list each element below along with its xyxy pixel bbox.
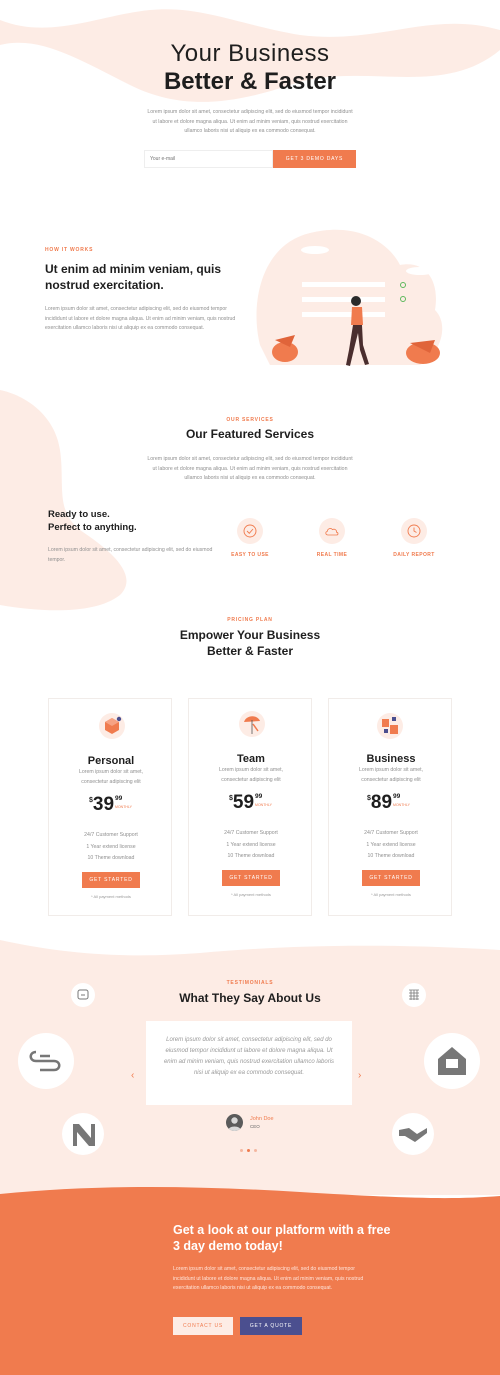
price-amount: 89: [370, 792, 393, 813]
price-cents: 99: [115, 795, 123, 802]
avatar: [226, 1114, 243, 1131]
client-logo-home-icon: [424, 1033, 480, 1089]
pricing-card-personal: Personal Lorem ipsum dolor sit amet, con…: [48, 698, 172, 916]
price-period: MONTHLY: [115, 805, 132, 809]
plan-price: $ 59 99 MONTHLY: [229, 793, 272, 813]
carousel-dot-active[interactable]: [247, 1149, 250, 1152]
carousel-dot[interactable]: [254, 1149, 257, 1152]
get-a-quote-button[interactable]: GET A QUOTE: [240, 1317, 302, 1335]
how-eyebrow: HOW IT WORKS: [45, 247, 94, 253]
payment-note: * All payment methods: [231, 892, 271, 897]
price-cents: 99: [393, 793, 401, 800]
feature-label: EASY TO USE: [231, 552, 269, 558]
team-plan-icon: [239, 711, 265, 737]
price-cents: 99: [255, 793, 263, 800]
feature-easy-to-use: EASY TO USE: [220, 518, 280, 563]
ready-line1: Ready to use.: [48, 509, 110, 520]
carousel-prev-button[interactable]: ‹: [131, 1070, 134, 1081]
cta-text: Lorem ipsum dolor sit amet, consectetur …: [173, 1266, 364, 1291]
cloud-icon: [319, 518, 345, 544]
plan-name: Business: [366, 753, 416, 765]
price-amount: 39: [92, 794, 115, 815]
plan-name: Team: [237, 753, 265, 765]
hero-signup-form: GET 3 DEMO DAYS: [144, 150, 356, 168]
testimonial-quote: Lorem ipsum dolor sit amet, consectetur …: [163, 1037, 335, 1076]
feature-real-time: REAL TIME: [302, 518, 362, 563]
client-logo-n-icon: [62, 1113, 104, 1155]
plan-feature: 1 Year extend license: [366, 841, 416, 848]
client-logo-link-icon: [18, 1033, 74, 1089]
how-illustration: [256, 229, 443, 366]
services-background-blob: [0, 390, 127, 611]
services-text: Lorem ipsum dolor sit amet, consectetur …: [147, 456, 353, 481]
plan-name: Personal: [87, 755, 135, 767]
get-started-button-personal[interactable]: GET STARTED: [82, 872, 140, 888]
how-text: Lorem ipsum dolor sit amet, consectetur …: [45, 306, 236, 331]
carousel-next-button[interactable]: ›: [358, 1070, 361, 1081]
plan-desc: Lorem ipsum dolor sit amet, consectetur …: [358, 767, 423, 783]
plan-features: 24/7 Customer Support 1 Year extend lice…: [329, 828, 453, 863]
check-circle-icon: [237, 518, 263, 544]
email-field[interactable]: [144, 150, 273, 168]
testimonial-author: John Doe CEO: [226, 1114, 274, 1131]
get-started-button-team[interactable]: GET STARTED: [222, 870, 280, 886]
author-name: John Doe: [250, 1115, 274, 1122]
cta-title-line2: 3 day demo today!: [173, 1239, 283, 1253]
plan-feature: 10 Theme download: [227, 853, 275, 859]
carousel-dot[interactable]: [240, 1149, 243, 1152]
hero-text: Lorem ipsum dolor sit amet, consectetur …: [147, 109, 353, 134]
price-period: MONTHLY: [393, 803, 410, 807]
client-logo-handshake-icon: [392, 1113, 434, 1155]
services-title: Our Featured Services: [185, 427, 315, 441]
plan-feature: 10 Theme download: [367, 853, 415, 859]
business-plan-icon: [377, 713, 403, 739]
services-eyebrow: OUR SERVICES: [226, 417, 274, 423]
author-role: CEO: [250, 1123, 260, 1129]
carousel-dots: [240, 1149, 257, 1152]
pricing-title-line2: Better & Faster: [206, 643, 294, 658]
plan-feature: 24/7 Customer Support: [364, 830, 418, 836]
get-demo-days-button[interactable]: GET 3 DEMO DAYS: [273, 150, 356, 168]
plan-feature: 24/7 Customer Support: [84, 832, 138, 838]
how-title: Ut enim ad minim veniam, quis nostrud ex…: [45, 262, 222, 292]
plan-feature: 1 Year extend license: [226, 841, 276, 848]
pricing-card-team: Team Lorem ipsum dolor sit amet, consect…: [188, 698, 312, 916]
plan-desc: Lorem ipsum dolor sit amet, consectetur …: [218, 767, 283, 783]
pricing-title: Empower Your Business Better & Faster: [0, 628, 500, 659]
pricing-card-business: Business Lorem ipsum dolor sit amet, con…: [328, 698, 452, 916]
feature-daily-report: DAILY REPORT: [384, 518, 444, 563]
personal-plan-icon: [99, 713, 125, 739]
price-amount: 59: [232, 792, 255, 813]
contact-us-button[interactable]: CONTACT US: [173, 1317, 233, 1335]
plan-feature: 1 Year extend license: [86, 843, 136, 850]
plan-features: 24/7 Customer Support 1 Year extend lice…: [189, 828, 313, 863]
ready-line2: Perfect to anything.: [48, 522, 137, 533]
client-logo-chat-icon: [71, 983, 95, 1007]
payment-note: * All payment methods: [91, 894, 131, 899]
services-ready-text: Lorem ipsum dolor sit amet, consectetur …: [48, 547, 213, 563]
pricing-eyebrow: PRICING PLAN: [227, 617, 273, 623]
get-started-button-business[interactable]: GET STARTED: [362, 870, 420, 886]
hero-title-line1: Your Business: [170, 40, 330, 67]
cta-title: Get a look at our platform with a free 3…: [173, 1222, 393, 1254]
payment-note: * All payment methods: [371, 892, 411, 897]
plan-price: $ 89 99 MONTHLY: [367, 793, 410, 813]
plan-price: $ 39 99 MONTHLY: [89, 795, 132, 815]
plan-feature: 24/7 Customer Support: [224, 830, 278, 836]
feature-label: DAILY REPORT: [393, 552, 435, 558]
plan-desc: Lorem ipsum dolor sit amet, consectetur …: [78, 769, 143, 785]
cta-title-line1: Get a look at our platform with a free: [173, 1223, 391, 1237]
hero-title: Your Business Better & Faster: [0, 40, 500, 96]
clock-icon: [401, 518, 427, 544]
plan-features: 24/7 Customer Support 1 Year extend lice…: [49, 830, 173, 865]
testimonial-card: Lorem ipsum dolor sit amet, consectetur …: [146, 1021, 352, 1105]
client-logo-grid-icon: [402, 983, 426, 1007]
services-ready-heading: Ready to use. Perfect to anything.: [48, 508, 137, 534]
price-period: MONTHLY: [255, 803, 272, 807]
pricing-title-line1: Empower Your Business: [179, 628, 321, 642]
hero-title-line2: Better & Faster: [163, 68, 337, 95]
plan-feature: 10 Theme download: [87, 855, 135, 861]
feature-label: REAL TIME: [316, 552, 348, 558]
